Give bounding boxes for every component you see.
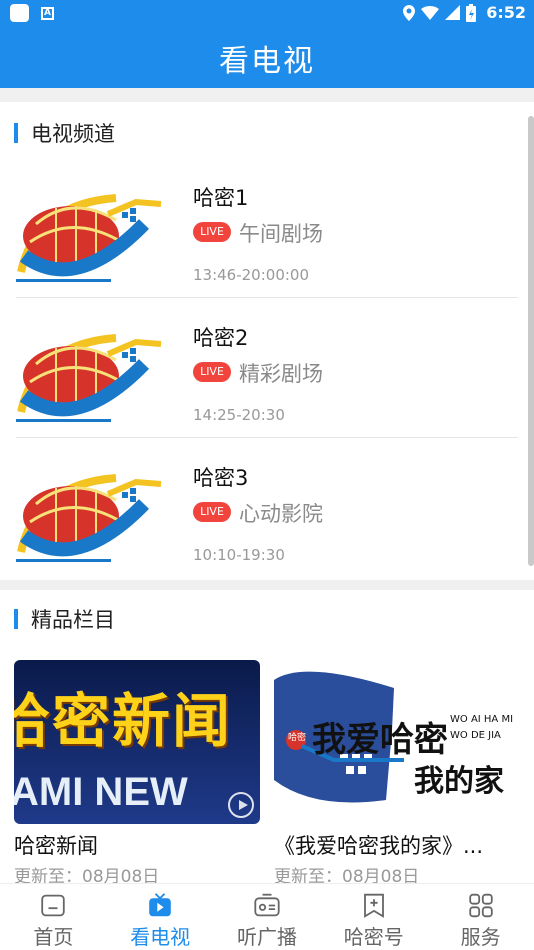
featured-card[interactable]: 哈密新闻 AMI NEW 哈密新闻 更新至：08月08日 <box>14 660 260 883</box>
title-bar: 看电视 <box>0 26 534 88</box>
program-name: 心动影院 <box>239 502 323 526</box>
clock: 6:52 <box>486 3 526 22</box>
banner-sub: 我的家 <box>414 764 504 799</box>
featured-header: 精品栏目 <box>14 604 115 634</box>
program-time: 13:46-20:00:00 <box>193 266 310 284</box>
banner-en-2: WO DE JIA <box>450 730 501 741</box>
channel-row[interactable]: 哈密1 LIVE 午间剧场 13:46-20:00:00 <box>0 158 534 298</box>
section-accent <box>14 609 18 629</box>
channel-logo-icon <box>16 474 162 562</box>
program-time: 14:25-20:30 <box>193 406 285 424</box>
nav-home[interactable]: 首页 <box>0 884 107 950</box>
nav-tv[interactable]: 看电视 <box>107 884 214 950</box>
nav-services[interactable]: 服务 <box>427 884 534 950</box>
bookmark-plus-icon <box>363 893 384 918</box>
program-time: 10:10-19:30 <box>193 546 285 564</box>
play-icon[interactable] <box>228 792 254 818</box>
featured-card[interactable]: 哈密 我爱哈密 我的家 WO AI HA MI WO DE JIA 《我爱哈密我… <box>274 660 520 883</box>
card-thumbnail: 哈密 我爱哈密 我的家 WO AI HA MI WO DE JIA <box>274 660 520 824</box>
banner-main: 我爱哈密 <box>312 720 448 760</box>
section-title: 精品栏目 <box>31 608 115 632</box>
live-badge: LIVE <box>193 222 231 242</box>
program-name: 精彩剧场 <box>239 362 323 386</box>
grid-icon <box>468 893 493 918</box>
card-thumbnail: 哈密新闻 AMI NEW <box>14 660 260 824</box>
featured-panel: 精品栏目 哈密新闻 AMI NEW 哈密新闻 更新至：08月08日 哈密 我爱哈… <box>0 590 534 883</box>
nav-label: 服务 <box>460 925 501 949</box>
channel-row[interactable]: 哈密2 LIVE 精彩剧场 14:25-20:30 <box>0 298 534 438</box>
home-icon <box>41 894 66 917</box>
keyboard-a-icon: A <box>41 6 54 20</box>
radio-icon <box>254 893 280 917</box>
card-title: 《我爱哈密我的家》... <box>274 834 484 858</box>
notification-icon <box>10 4 29 22</box>
card-updated: 更新至：08月08日 <box>274 867 420 883</box>
nav-hami-account[interactable]: 哈密号 <box>320 884 427 950</box>
channels-header: 电视频道 <box>14 118 115 148</box>
live-badge: LIVE <box>193 502 231 522</box>
nav-label: 看电视 <box>130 925 191 949</box>
scrollbar[interactable] <box>528 116 534 566</box>
section-accent <box>14 123 18 143</box>
live-badge: LIVE <box>193 362 231 382</box>
channels-panel: 电视频道 哈密1 LIVE 午间剧场 13:46-20:00:00 哈密2 LI… <box>0 102 534 580</box>
channel-name: 哈密3 <box>193 466 249 490</box>
channel-logo-icon <box>16 334 162 422</box>
nav-label: 首页 <box>33 925 74 949</box>
page-title: 看电视 <box>219 44 315 79</box>
channel-row[interactable]: 哈密3 LIVE 心动影院 10:10-19:30 <box>0 438 534 578</box>
location-icon <box>403 4 416 21</box>
program-name: 午间剧场 <box>239 222 323 246</box>
banner-en-1: WO AI HA MI <box>450 714 514 725</box>
status-bar: A 6:52 <box>0 0 534 26</box>
channel-name: 哈密2 <box>193 326 249 350</box>
channel-logo-icon <box>16 194 162 282</box>
section-title: 电视频道 <box>31 122 115 146</box>
card-title: 哈密新闻 <box>14 834 98 858</box>
bottom-nav: 首页 看电视 听广播 哈密号 服务 <box>0 883 534 950</box>
battery-icon <box>466 3 477 22</box>
seal-text: 哈密 <box>288 733 307 743</box>
signal-icon <box>445 5 461 20</box>
card-updated: 更新至：08月08日 <box>14 867 160 883</box>
content-area[interactable]: 电视频道 哈密1 LIVE 午间剧场 13:46-20:00:00 哈密2 LI… <box>0 88 534 883</box>
nav-label: 听广播 <box>236 925 297 949</box>
channel-name: 哈密1 <box>193 186 249 210</box>
thumb-headline: 哈密新闻 <box>14 687 233 755</box>
wifi-icon <box>421 5 440 20</box>
tv-icon <box>149 893 171 917</box>
nav-radio[interactable]: 听广播 <box>214 884 321 950</box>
thumb-subline: AMI NEW <box>14 770 188 814</box>
nav-label: 哈密号 <box>343 925 404 949</box>
